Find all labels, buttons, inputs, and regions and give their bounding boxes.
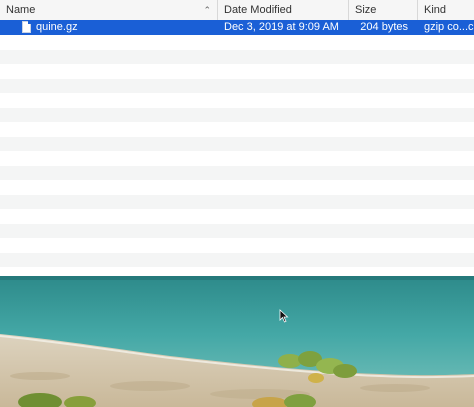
desktop-wallpaper-beach [0, 276, 474, 407]
file-row-selected[interactable]: quine.gz Dec 3, 2019 at 9:09 AM 204 byte… [0, 20, 474, 35]
column-header-size[interactable]: Size [348, 0, 417, 20]
empty-row [0, 165, 474, 180]
column-header-date-modified[interactable]: Date Modified [217, 0, 348, 20]
empty-row [0, 49, 474, 64]
empty-row [0, 107, 474, 122]
column-header-bar: Name ⌃ Date Modified Size Kind [0, 0, 474, 21]
empty-row [0, 209, 474, 224]
file-size: 204 bytes [360, 21, 408, 33]
empty-row [0, 238, 474, 253]
column-header-size-label: Size [355, 4, 377, 16]
column-header-kind[interactable]: Kind [417, 0, 474, 20]
column-header-name-label: Name [6, 4, 36, 16]
sort-ascending-icon: ⌃ [203, 5, 211, 15]
file-name: quine.gz [36, 21, 78, 33]
empty-row [0, 151, 474, 166]
document-icon [22, 21, 31, 33]
empty-row [0, 64, 474, 79]
empty-row [0, 252, 474, 267]
empty-row [0, 223, 474, 238]
empty-row [0, 78, 474, 93]
file-kind: gzip co...ck... [424, 21, 474, 33]
column-header-kind-label: Kind [424, 4, 447, 16]
beach-scene [0, 276, 474, 407]
empty-row [0, 122, 474, 137]
file-list: quine.gz Dec 3, 2019 at 9:09 AM 204 byte… [0, 20, 474, 267]
finder-list-view: Name ⌃ Date Modified Size Kind quine.gz … [0, 0, 474, 276]
empty-row [0, 35, 474, 50]
column-header-name[interactable]: Name ⌃ [0, 0, 217, 20]
empty-row [0, 194, 474, 209]
empty-row [0, 180, 474, 195]
file-date-modified: Dec 3, 2019 at 9:09 AM [224, 21, 339, 33]
empty-row [0, 136, 474, 151]
mouse-pointer-icon [279, 309, 289, 323]
empty-row [0, 93, 474, 108]
column-header-date-label: Date Modified [224, 4, 292, 16]
